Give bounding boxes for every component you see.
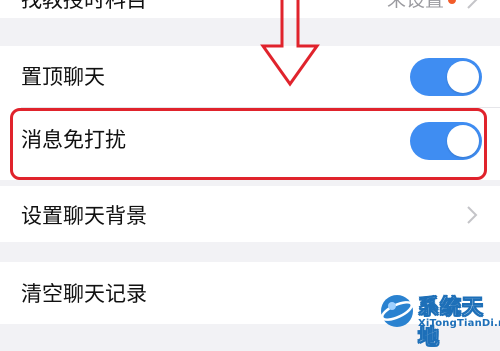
settings-row-pin-chat: 置顶聊天: [0, 46, 500, 108]
settings-row-pin-chat-label: 置顶聊天: [21, 65, 105, 89]
arrow-down-annotation-icon: [260, 0, 320, 87]
settings-row-clear-history-label: 清空聊天记录: [21, 282, 147, 306]
new-badge-dot: [448, 0, 456, 4]
chevron-right-icon: [467, 0, 478, 9]
chevron-right-icon: [467, 206, 478, 224]
settings-row-subject-label: 找教授时科目: [21, 0, 147, 12]
watermark-subtitle: XiTongTianDi.net: [418, 318, 500, 329]
site-watermark: 系统天地 XiTongTianDi.net: [374, 290, 500, 349]
highlight-annotation-box: [10, 108, 487, 180]
globe-logo-icon: [381, 295, 413, 327]
settings-row-subject-value: 未设置: [386, 0, 444, 11]
settings-row-chat-background-label: 设置聊天背景: [21, 204, 147, 228]
pin-chat-toggle[interactable]: [410, 58, 482, 96]
toggle-knob: [447, 61, 479, 93]
settings-row-subject[interactable]: 找教授时科目 未设置: [0, 0, 500, 18]
settings-row-chat-background[interactable]: 设置聊天背景: [0, 186, 500, 242]
